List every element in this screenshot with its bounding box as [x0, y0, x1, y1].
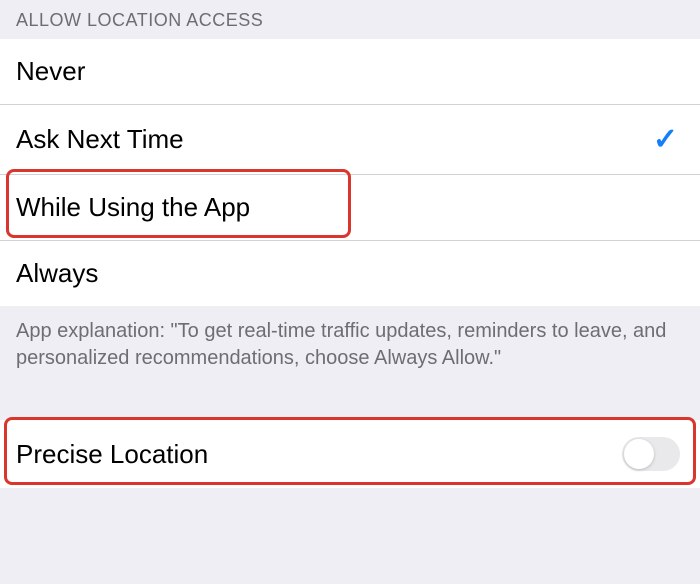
option-always[interactable]: Always	[0, 241, 700, 306]
precise-location-row[interactable]: Precise Location	[0, 420, 700, 488]
location-access-list: Never Ask Next Time ✓ While Using the Ap…	[0, 39, 700, 306]
app-explanation: App explanation: "To get real-time traff…	[0, 306, 700, 384]
section-header: ALLOW LOCATION ACCESS	[0, 0, 700, 39]
precise-location-label: Precise Location	[16, 439, 208, 470]
option-label: Never	[16, 56, 684, 87]
precise-location-toggle[interactable]	[622, 437, 680, 471]
option-while-using-app[interactable]: While Using the App	[0, 175, 700, 241]
option-never[interactable]: Never	[0, 39, 700, 105]
option-label: Always	[16, 258, 684, 289]
checkmark-icon: ✓	[653, 122, 678, 157]
option-ask-next-time[interactable]: Ask Next Time ✓	[0, 105, 700, 175]
toggle-knob	[624, 439, 654, 469]
option-label: While Using the App	[16, 192, 684, 223]
option-label: Ask Next Time	[16, 124, 653, 155]
